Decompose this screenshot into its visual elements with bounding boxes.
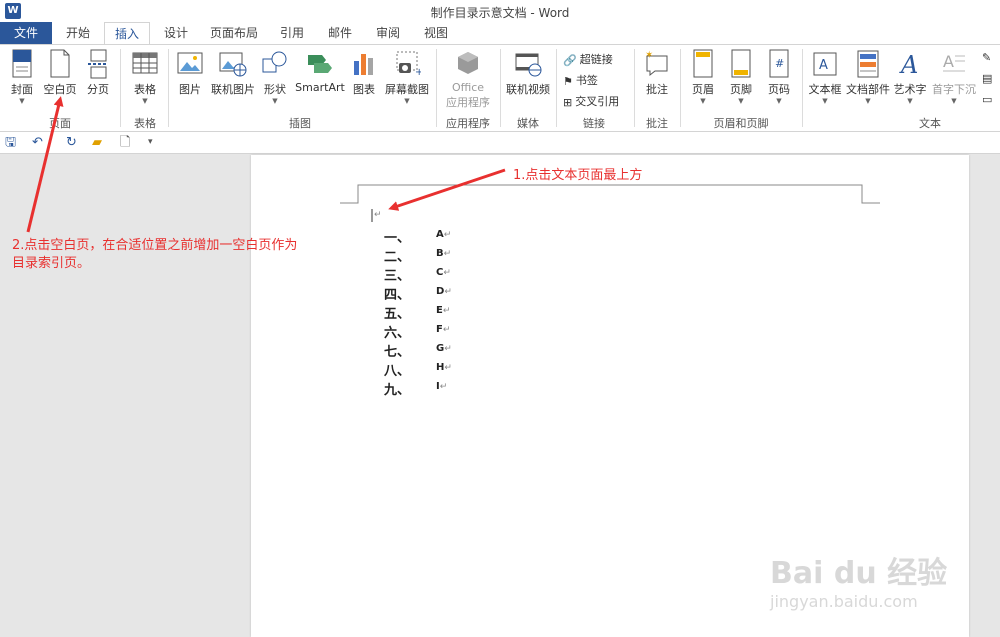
baidu-watermark: Bai du 经验 — [770, 556, 948, 591]
toc-item-letter: I↵ — [436, 381, 448, 392]
toc-item-letter: E↵ — [436, 305, 451, 316]
toc-item-number: 七、 — [384, 345, 411, 360]
toc-item-letter: A↵ — [436, 229, 452, 240]
toc-item-number: 五、 — [384, 307, 411, 322]
annotation-step1: 1.点击文本页面最上方 — [513, 168, 643, 183]
toc-item-letter: B↵ — [436, 248, 452, 259]
toc-item-letter: F↵ — [436, 324, 451, 335]
toc-item-number: 六、 — [384, 326, 411, 341]
toc-item-number: 二、 — [384, 250, 411, 265]
toc-item-number: 四、 — [384, 288, 411, 303]
annotation-step2-line2: 目录索引页。 — [12, 256, 91, 271]
toc-item-number: 三、 — [384, 269, 411, 284]
toc-item-letter: H↵ — [436, 362, 452, 373]
toc-item-number: 九、 — [384, 383, 411, 398]
annotation-step2-line1: 2.点击空白页，在合适位置之前增加一空白页作为 — [12, 238, 298, 253]
paragraph-mark-icon: ↵ — [374, 210, 382, 220]
page-margin-marker — [340, 184, 880, 222]
toc-item-letter: D↵ — [436, 286, 452, 297]
toc-item-letter: G↵ — [436, 343, 452, 354]
toc-item-number: 八、 — [384, 364, 411, 379]
toc-item-number: 一、 — [384, 231, 411, 246]
baidu-watermark-url: jingyan.baidu.com — [770, 592, 918, 611]
toc-item-letter: C↵ — [436, 267, 451, 278]
